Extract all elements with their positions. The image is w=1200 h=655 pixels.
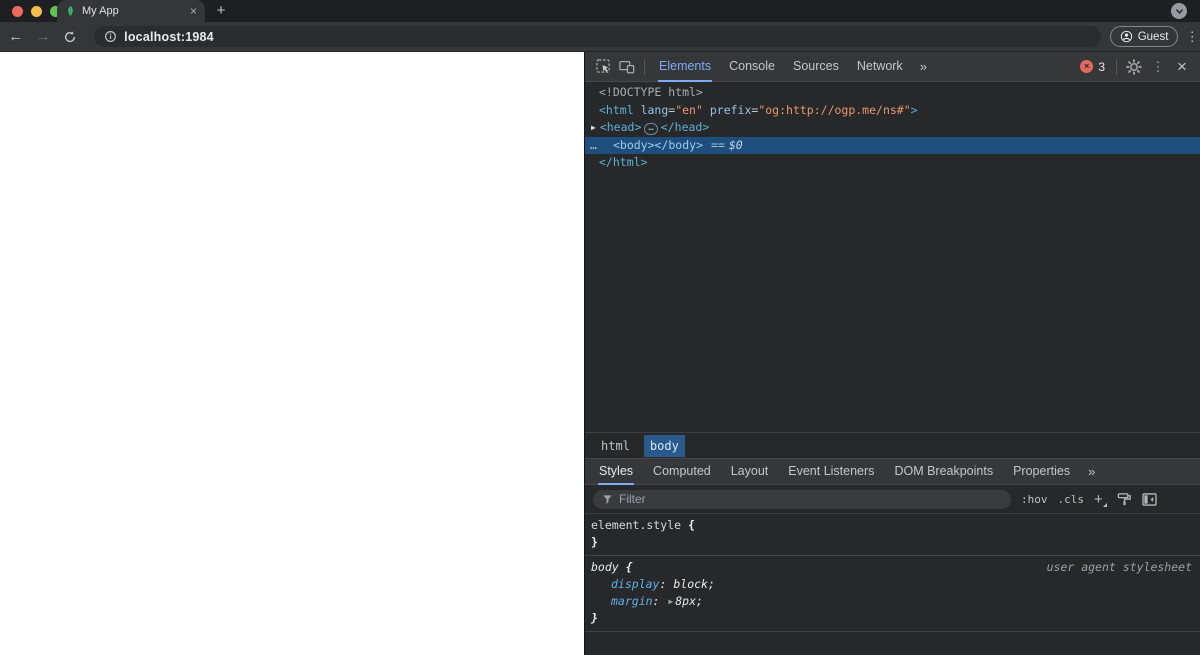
hidden-nodes-dots-icon[interactable]: … [590, 137, 597, 155]
styles-pane: element.style { } body { user agent styl… [585, 514, 1200, 655]
tab-network[interactable]: Network [848, 52, 912, 82]
elements-dom-tree: <!DOCTYPE html> <html lang="en" prefix="… [585, 82, 1200, 432]
toggle-element-state-button[interactable]: :hov [1021, 493, 1048, 506]
tab-elements[interactable]: Elements [650, 52, 720, 82]
site-info-icon[interactable] [104, 30, 117, 43]
inspect-element-icon[interactable] [591, 55, 615, 79]
element-classes-button[interactable]: .cls [1058, 493, 1085, 506]
tab-computed[interactable]: Computed [643, 459, 721, 485]
inline-style-selector[interactable]: element.style [591, 518, 681, 532]
more-tabs-icon[interactable]: » [912, 59, 934, 74]
user-agent-body-rule[interactable]: body { user agent stylesheet display: bl… [585, 556, 1200, 632]
tab-styles[interactable]: Styles [589, 459, 643, 485]
tab-sources[interactable]: Sources [784, 52, 848, 82]
breadcrumb-body[interactable]: body [643, 434, 685, 457]
dom-node-head[interactable]: ▶ <head>… </head> [585, 119, 1200, 137]
new-style-rule-button[interactable]: + [1094, 491, 1107, 508]
browser-titlebar: My App × + [0, 0, 1200, 22]
tab-properties[interactable]: Properties [1003, 459, 1080, 485]
browser-tab[interactable]: My App × [57, 0, 205, 22]
devtools-panel: Elements Console Sources Network » × 3 ⋮… [584, 52, 1200, 655]
back-icon[interactable]: ← [4, 25, 27, 49]
browser-menu-kebab-icon[interactable]: ⋮ [1184, 29, 1200, 45]
chevron-down-icon [1175, 8, 1183, 14]
style-filter-input[interactable] [619, 492, 949, 506]
macos-traffic-lights [12, 6, 61, 17]
computed-sidebar-toggle-icon[interactable] [1142, 492, 1157, 506]
url-text: localhost:1984 [124, 29, 214, 44]
breadcrumb-html[interactable]: html [595, 435, 636, 457]
guest-profile-button[interactable]: Guest [1109, 26, 1179, 47]
tab-search-button[interactable] [1171, 3, 1187, 19]
filter-funnel-icon [603, 494, 612, 504]
dom-breadcrumb-bar: html body [585, 432, 1200, 458]
collapsed-content-ellipsis[interactable]: … [644, 123, 658, 135]
devtools-toolbar: Elements Console Sources Network » × 3 ⋮… [585, 52, 1200, 82]
expand-shorthand-icon[interactable]: ▶ [668, 597, 673, 606]
devtools-close-icon[interactable]: × [1170, 57, 1194, 77]
page-viewport [0, 52, 584, 655]
tab-title: My App [82, 5, 119, 17]
expand-triangle-icon[interactable]: ▶ [591, 123, 596, 132]
error-count: 3 [1098, 59, 1105, 74]
close-window-button[interactable] [12, 6, 23, 17]
reload-icon[interactable] [59, 25, 82, 49]
styles-filter-row: :hov .cls + [585, 485, 1200, 514]
tab-layout[interactable]: Layout [721, 459, 779, 485]
devtools-menu-kebab-icon[interactable]: ⋮ [1146, 55, 1170, 79]
tab-console[interactable]: Console [720, 52, 784, 82]
toolbar-divider [1116, 58, 1117, 75]
stylesheet-origin-label: user agent stylesheet [1046, 560, 1192, 574]
forward-icon: → [35, 28, 51, 45]
dom-node-body-selected[interactable]: … <body></body> == $0 [585, 136, 1200, 155]
css-property-display[interactable]: display: block; [591, 576, 1194, 593]
new-tab-button[interactable]: + [212, 2, 230, 20]
dom-node-html-open[interactable]: <html lang="en" prefix="og:http://ogp.me… [585, 102, 1200, 120]
device-toolbar-icon[interactable] [615, 55, 639, 79]
minimize-window-button[interactable] [31, 6, 42, 17]
person-icon [1120, 30, 1132, 43]
style-filter-field[interactable] [593, 489, 1011, 509]
error-icon: × [1080, 60, 1094, 73]
browser-toolbar: ← → localhost:1984 Guest ⋮ [0, 22, 1200, 52]
dom-node-html-close[interactable]: </html> [585, 154, 1200, 172]
favicon-leaf-icon [65, 4, 76, 18]
error-count-badge[interactable]: × 3 [1074, 60, 1111, 74]
rendering-brush-icon[interactable] [1117, 492, 1132, 507]
dom-node-doctype[interactable]: <!DOCTYPE html> [585, 84, 1200, 102]
styles-sidebar-tabs: Styles Computed Layout Event Listeners D… [585, 458, 1200, 485]
tab-dom-breakpoints[interactable]: DOM Breakpoints [884, 459, 1003, 485]
rule-selector[interactable]: body [591, 560, 619, 574]
tab-close-icon[interactable]: × [190, 5, 197, 17]
guest-label: Guest [1137, 30, 1169, 43]
address-bar[interactable]: localhost:1984 [94, 26, 1101, 47]
css-property-margin[interactable]: margin: ▶ 8px; [591, 593, 1194, 610]
more-style-tabs-icon[interactable]: » [1080, 464, 1102, 479]
settings-gear-icon[interactable] [1122, 55, 1146, 79]
element-style-rule[interactable]: element.style { } [585, 514, 1200, 556]
toolbar-divider [644, 58, 645, 75]
tab-event-listeners[interactable]: Event Listeners [778, 459, 884, 485]
